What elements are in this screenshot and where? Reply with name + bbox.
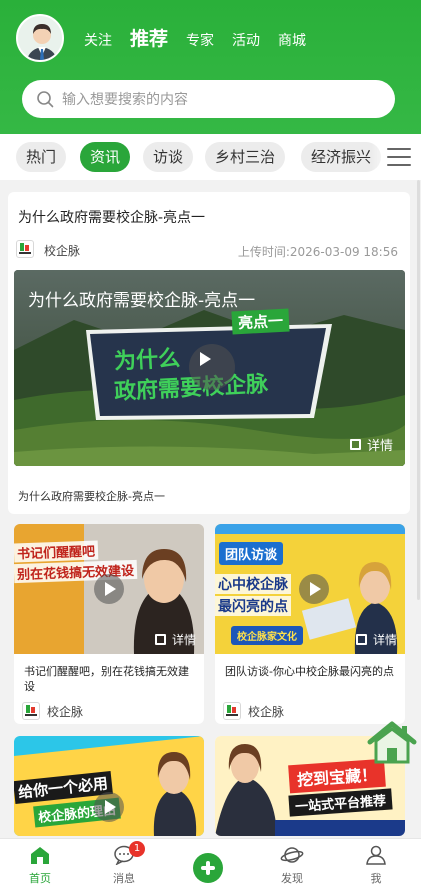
category-economic-revival[interactable]: 经济振兴: [301, 142, 382, 172]
video-thumbnail[interactable]: 书记们醒醒吧 别在花钱搞无效建设 详情: [14, 524, 204, 654]
video-thumbnail[interactable]: 给你一个必用 校企脉的理由: [14, 736, 204, 836]
tab-me[interactable]: 我: [346, 845, 406, 885]
app-header: 关注 推荐 专家 活动 商城 输入想要搜索的内容: [0, 0, 421, 134]
play-button-icon[interactable]: [94, 574, 124, 604]
source-logo-icon: [22, 702, 40, 720]
floating-home-icon[interactable]: [366, 720, 418, 766]
publish-plus-button[interactable]: [193, 853, 223, 883]
message-badge: 1: [129, 841, 145, 857]
home-icon: [31, 847, 49, 864]
nav-follow[interactable]: 关注: [84, 30, 112, 50]
category-rural-governance[interactable]: 乡村三治: [205, 142, 286, 172]
search-input[interactable]: 输入想要搜索的内容: [22, 80, 395, 118]
category-menu-icon[interactable]: [387, 148, 411, 166]
featured-video-player[interactable]: 为什么政府需要校企脉-亮点一 亮点一 为什么 政府需要校企脉 详情: [14, 270, 405, 466]
video-card[interactable]: 团队访谈 心中校企脉 最闪亮的点 校企脉家文化 详情 团队访谈-你心中校企脉最闪…: [215, 524, 405, 724]
upload-time: 上传时间:2026-03-09 18:56: [237, 245, 398, 259]
thumbnail-tag: 校企脉家文化: [231, 626, 303, 645]
source-logo-icon: [223, 702, 241, 720]
details-label: 详情: [171, 633, 196, 647]
details-icon: [349, 439, 361, 450]
details-label: 详情: [372, 633, 397, 647]
featured-video-card[interactable]: 为什么政府需要校企脉-亮点一 校企脉 上传时间:2026-03-09 18:56…: [8, 192, 410, 514]
tab-label: 首页: [29, 872, 51, 885]
video-card-source: 校企脉: [47, 705, 84, 719]
search-placeholder: 输入想要搜索的内容: [62, 92, 188, 108]
source-logo-icon: [16, 240, 34, 258]
category-bar: 热门 资讯 访谈 乡村三治 经济振兴: [0, 134, 421, 180]
video-card[interactable]: 书记们醒醒吧 别在花钱搞无效建设 详情 书记们醒醒吧，别在花钱搞无效建设 校企脉: [14, 524, 204, 724]
tab-label: 消息: [113, 872, 135, 885]
featured-source: 校企脉: [44, 244, 81, 258]
details-link[interactable]: 详情: [349, 435, 393, 454]
tab-label: 我: [370, 872, 382, 885]
category-interview[interactable]: 访谈: [143, 142, 194, 172]
tab-discover[interactable]: 发现: [262, 845, 322, 885]
details-link[interactable]: 详情: [355, 631, 397, 648]
thumbnail-text-1: 书记们醒醒吧: [14, 540, 99, 563]
details-link[interactable]: 详情: [154, 631, 196, 648]
details-icon: [154, 634, 166, 645]
tab-messages[interactable]: 1 消息: [94, 841, 154, 885]
play-button-icon[interactable]: [299, 574, 329, 604]
video-heading: 为什么政府需要校企脉-亮点一: [28, 291, 256, 311]
nav-recommend[interactable]: 推荐: [130, 24, 168, 51]
video-card-title: 团队访谈-你心中校企脉最闪亮的点: [225, 665, 394, 678]
thumbnail-text-2: 最闪亮的点: [215, 596, 291, 616]
video-card-source: 校企脉: [248, 705, 285, 719]
tab-home[interactable]: 首页: [10, 845, 70, 885]
video-card-title: 书记们醒醒吧，别在花钱搞无效建设: [24, 665, 189, 693]
play-button-icon[interactable]: [189, 344, 235, 390]
featured-caption: 为什么政府需要校企脉-亮点一: [18, 490, 165, 503]
scrollbar[interactable]: [417, 180, 420, 600]
search-icon: [37, 91, 54, 108]
details-icon: [355, 634, 367, 645]
category-hot[interactable]: 热门: [16, 142, 67, 172]
nav-experts[interactable]: 专家: [186, 30, 214, 50]
user-avatar[interactable]: [16, 14, 64, 62]
nav-mall[interactable]: 商城: [278, 30, 306, 50]
top-nav: 关注 推荐 专家 活动 商城: [84, 24, 324, 51]
planet-icon: [280, 847, 304, 863]
nav-events[interactable]: 活动: [232, 30, 260, 50]
play-button-icon[interactable]: [94, 792, 124, 822]
video-thumbnail[interactable]: 团队访谈 心中校企脉 最闪亮的点 校企脉家文化 详情: [215, 524, 405, 654]
user-icon: [366, 845, 386, 865]
thumbnail-text-1: 心中校企脉: [215, 574, 291, 594]
video-card[interactable]: 给你一个必用 校企脉的理由: [14, 736, 204, 836]
details-label: 详情: [366, 439, 393, 454]
category-news[interactable]: 资讯: [80, 142, 131, 172]
featured-title: 为什么政府需要校企脉-亮点一: [18, 210, 206, 226]
video-tag: 亮点一: [231, 308, 290, 335]
thumbnail-badge: 团队访谈: [219, 542, 284, 565]
tab-label: 发现: [281, 872, 303, 885]
